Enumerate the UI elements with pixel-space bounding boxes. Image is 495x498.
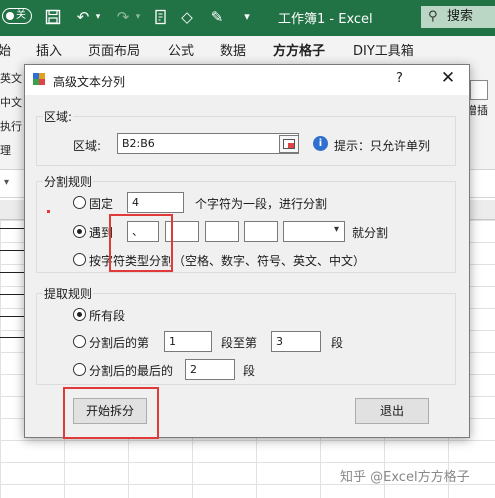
delimiter-input-3[interactable]	[205, 221, 239, 242]
redo-dropdown-icon[interactable]: ▾	[132, 7, 144, 27]
last-segments-suffix: 段	[243, 364, 256, 378]
tab-page-layout[interactable]: 页面布局	[88, 40, 140, 59]
tag-icon[interactable]: ◇	[176, 7, 198, 27]
tab-fangfang[interactable]: 方方格子	[273, 40, 326, 64]
tab-formulas[interactable]: 公式	[168, 40, 194, 59]
region-label: 区域:	[73, 139, 102, 153]
last-count-input[interactable]: 2	[185, 359, 235, 380]
dialog-title-bar: 高级文本分列 ? ✕	[25, 65, 469, 95]
extract-rules-title: 提取规则	[43, 285, 94, 302]
window-title: 工作簿1 - Excel	[278, 12, 373, 27]
region-group-title: 区域:	[43, 108, 74, 125]
close-icon[interactable]: ✕	[437, 68, 459, 88]
split-rules-title: 分割规则	[43, 173, 94, 190]
format-painter-icon[interactable]	[150, 7, 172, 27]
chevron-down-icon: ▾	[333, 224, 339, 235]
bytype-radio[interactable]	[73, 253, 86, 266]
tab-home[interactable]: 始	[0, 40, 11, 59]
customize-quick-access-icon[interactable]: ▾	[236, 7, 258, 27]
all-segments-label: 所有段	[89, 309, 126, 323]
advanced-text-split-dialog: 高级文本分列 ? ✕ 区域: 区域: B2:B6 i 提示：只允许单列 分割规则…	[24, 64, 470, 439]
undo-dropdown-icon[interactable]: ▾	[92, 7, 104, 27]
fixed-radio[interactable]	[73, 196, 86, 209]
name-box-dropdown-icon[interactable]: ▾	[4, 177, 9, 188]
tab-diy-toolbox[interactable]: DIY工具箱	[353, 40, 414, 59]
cell	[0, 273, 27, 295]
watermark: 知乎 @Excel方方格子	[340, 470, 470, 485]
after-segment-radio[interactable]	[73, 335, 86, 348]
cell	[0, 295, 27, 317]
excel-title-bar: 关 ↶ ▾ ↷ ▾ ◇ ✎ ▾ 工作簿1 - Excel ⚲ 搜索	[0, 0, 495, 36]
insert-icon[interactable]	[470, 80, 488, 100]
last-segments-radio[interactable]	[73, 363, 86, 376]
exit-button[interactable]: 退出	[355, 398, 429, 424]
last-segments-label: 分割后的最后的	[89, 364, 174, 378]
delimiter-select[interactable]: ▾	[283, 221, 345, 242]
range-picker-icon[interactable]	[279, 135, 299, 153]
tab-insert[interactable]: 插入	[36, 40, 62, 59]
fixed-label: 固定	[89, 197, 114, 211]
red-marker	[47, 210, 50, 213]
redo-icon[interactable]: ↷	[112, 7, 134, 27]
search-label: 搜索	[447, 9, 474, 24]
ribbon-label-process[interactable]: 理	[0, 142, 11, 158]
fixed-count-input[interactable]: 4	[127, 192, 184, 213]
save-icon[interactable]	[42, 7, 64, 27]
info-icon: i	[313, 136, 328, 151]
search-box[interactable]: ⚲ 搜索	[421, 6, 495, 28]
cell	[0, 251, 27, 273]
after-segment-mid: 段至第	[221, 336, 258, 350]
autosave-toggle[interactable]: 关	[2, 8, 32, 24]
app-icon	[33, 73, 45, 85]
delimiter-highlight-box	[109, 214, 173, 272]
meet-radio[interactable]	[73, 225, 86, 238]
after-segment-suffix: 段	[331, 336, 344, 350]
ribbon-label-english[interactable]: 英文	[0, 70, 22, 86]
fixed-suffix: 个字符为一段，进行分割	[195, 197, 328, 211]
ribbon-label-chinese[interactable]: 中文	[0, 94, 22, 110]
toggle-knob	[6, 12, 14, 20]
ribbon-tabs: 始 插入 页面布局 公式 数据 方方格子 DIY工具箱	[0, 36, 495, 64]
region-hint: 提示：只允许单列	[334, 139, 431, 153]
segment-to-input[interactable]: 3	[271, 331, 321, 352]
all-segments-radio[interactable]	[73, 308, 86, 321]
region-input[interactable]: B2:B6	[117, 133, 299, 154]
search-icon: ⚲	[428, 9, 438, 24]
pin-icon[interactable]: ✎	[206, 7, 228, 27]
undo-icon[interactable]: ↶	[72, 7, 94, 27]
after-segment-label: 分割后的第	[89, 336, 150, 350]
start-button-highlight-box	[63, 387, 159, 439]
cell	[0, 229, 27, 251]
tab-data[interactable]: 数据	[220, 40, 246, 59]
help-button[interactable]: ?	[396, 71, 403, 86]
delimiter-input-4[interactable]	[244, 221, 278, 242]
dialog-title: 高级文本分列	[53, 75, 126, 89]
ribbon-label-execute[interactable]: 执行	[0, 118, 22, 134]
segment-from-input[interactable]: 1	[164, 331, 212, 352]
meet-suffix: 就分割	[352, 226, 389, 240]
autosave-toggle-label: 关	[16, 10, 26, 21]
